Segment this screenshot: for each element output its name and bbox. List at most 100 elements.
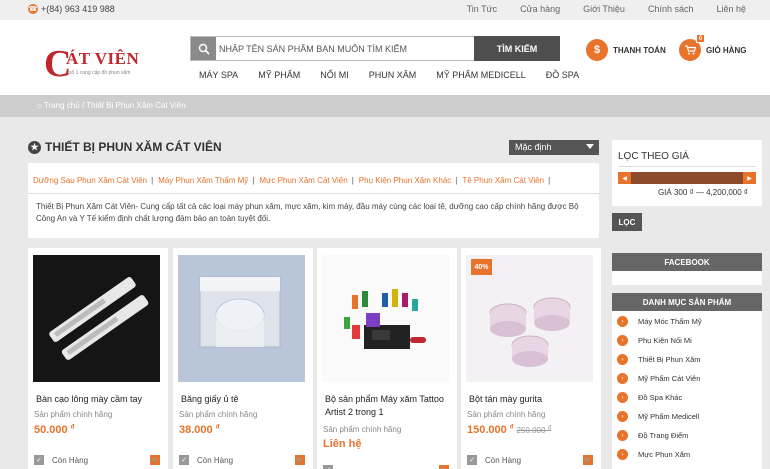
categories-list: › Máy Móc Thẩm Mỹ › Phụ Kiện Nối Mi › Thiết… (612, 311, 762, 469)
price-slider[interactable]: ◀ ▶ (618, 172, 756, 184)
sort-select[interactable]: Mặc định (509, 140, 599, 155)
sidebar-category-item[interactable]: › Phụ Kiện Nối Mi (617, 331, 757, 350)
cart-button[interactable]: 0 GIỎ HÀNG (679, 34, 746, 61)
add-to-cart-button[interactable]: 🛒 (150, 455, 160, 465)
cart-icon: 🛒 (296, 457, 304, 464)
sidebar-category-label: Mỹ Phẩm Medicell (638, 412, 700, 421)
checkout-button[interactable]: $ THANH TOÁN (586, 39, 666, 61)
breadcrumb-separator: / (81, 101, 85, 110)
nav-phun-xam[interactable]: PHUN XĂM (359, 70, 427, 80)
stock-status: ✓ Còn Hàng (467, 455, 521, 465)
main-nav: MÁY SPA MỸ PHẨM NỐI MI PHUN XĂM MỸ PHẨM … (189, 70, 589, 80)
check-icon: ✓ (323, 465, 333, 469)
product-name[interactable]: Băng giấy ủ tê (181, 393, 306, 406)
hotline-number: +(84) 963 419 988 (41, 4, 115, 14)
top-bar: ☎ +(84) 963 419 988 Tin Tức Cửa hàng Giớ… (0, 0, 770, 20)
facebook-widget (612, 271, 762, 285)
top-nav-contact[interactable]: Liên hệ (716, 4, 746, 14)
add-to-cart-button[interactable]: 🛒 (295, 455, 305, 465)
hotline[interactable]: ☎ +(84) 963 419 988 (28, 4, 115, 14)
phone-icon: ☎ (28, 4, 38, 14)
divider (28, 193, 599, 194)
sidebar-category-label: Thiết Bị Phun Xăm (638, 355, 701, 364)
stock-text: Còn Hàng (197, 455, 234, 465)
breadcrumb-home[interactable]: Trang chủ (44, 101, 80, 110)
search-input[interactable] (219, 39, 469, 58)
nav-noi-mi[interactable]: NỐI MI (310, 70, 359, 80)
product-card[interactable]: Băng giấy ủ tê Sản phẩm chính hãng 38.00… (173, 248, 313, 469)
currency-symbol: đ (215, 424, 220, 431)
home-icon: ⌂ (37, 101, 42, 110)
sidebar-category-item[interactable]: › Mực Phun Xăm (617, 445, 757, 464)
sidebar-category-label: Đồ Spa Khác (638, 393, 683, 402)
site-logo[interactable]: C ÁT VIÊN số 1 cung cấp đồ phun xăm (44, 45, 154, 95)
sidebar-category-label: Đồ Trang Điểm (638, 431, 689, 440)
sidebar-category-item[interactable]: › Máy Móc Thẩm Mỹ (617, 312, 757, 331)
nav-my-pham[interactable]: MỸ PHẨM (248, 70, 310, 80)
product-name[interactable]: Bàn cạo lông mày cầm tay (36, 393, 161, 406)
product-image[interactable]: 40% (466, 255, 593, 382)
sidebar-category-item[interactable]: › Đồ Spa Khác (617, 388, 757, 407)
breadcrumb-current: Thiết Bị Phun Xăm Cát Viên (86, 101, 186, 110)
price-value: 150.000 (467, 424, 507, 436)
product-price: 150.000 đ 250.000 đ (467, 424, 551, 436)
product-card[interactable]: Bộ sản phẩm Máy xăm Tattoo Artist 2 tron… (317, 248, 457, 469)
sidebar-category-item[interactable]: › Mỹ Phẩm Medicell (617, 407, 757, 426)
product-image[interactable] (178, 255, 305, 382)
cart-icon: 🛒 (584, 457, 592, 464)
product-tagline: Sản phẩm chính hãng (323, 425, 402, 434)
site-header: C ÁT VIÊN số 1 cung cấp đồ phun xăm TÌM … (0, 20, 770, 95)
slider-min-handle[interactable]: ◀ (618, 172, 631, 184)
sale-badge: 40% (471, 259, 492, 275)
breadcrumb: ⌂ Trang chủ / Thiết Bị Phun Xăm Cát Viên (0, 95, 770, 117)
nav-do-spa[interactable]: ĐỒ SPA (536, 70, 589, 80)
dollar-icon: $ (586, 39, 608, 61)
slider-max-handle[interactable]: ▶ (743, 172, 756, 184)
chevron-right-icon: › (617, 392, 628, 403)
nav-my-pham-medicell[interactable]: MỸ PHẨM MEDICELL (426, 70, 536, 80)
divider: | (455, 176, 458, 185)
stock-text: Còn Hàng (485, 455, 522, 465)
top-nav-policy[interactable]: Chính sách (648, 4, 694, 14)
add-to-cart-button[interactable]: 🛒 (439, 465, 449, 469)
nav-may-spa[interactable]: MÁY SPA (189, 70, 248, 80)
top-nav-about[interactable]: Giới Thiệu (583, 4, 625, 14)
product-tagline: Sản phẩm chính hãng (34, 410, 113, 419)
checkout-label: THANH TOÁN (613, 45, 666, 55)
sidebar-category-label: Mỹ Phẩm Cát Viên (638, 374, 701, 383)
chevron-right-icon: › (617, 430, 628, 441)
category-link[interactable]: Phụ Kiện Phun Xăm Khác (359, 176, 452, 185)
sidebar-category-item[interactable]: › Thiết Bị Phun Xăm (617, 350, 757, 369)
top-nav-news[interactable]: Tin Tức (467, 4, 498, 14)
logo-name: ÁT VIÊN (66, 49, 140, 68)
cart-count-badge: 0 (696, 34, 705, 43)
search-button[interactable]: TÌM KIẾM (474, 36, 560, 61)
filter-button[interactable]: LỌC (612, 213, 642, 231)
divider (618, 166, 756, 167)
product-card[interactable]: 40% Bột tán mày gurita Sản phẩm chính hã… (461, 248, 601, 469)
check-icon: ✓ (467, 455, 477, 465)
category-link[interactable]: Mực Phun Xăm Cát Viên (259, 176, 347, 185)
chevron-right-icon: › (617, 316, 628, 327)
category-link[interactable]: Dưỡng Sau Phun Xăm Cát Viên (33, 176, 147, 185)
product-card[interactable]: Bàn cạo lông mày cầm tay Sản phẩm chính … (28, 248, 168, 469)
price-range-text: GIÁ 300 ₫ — 4,200,000 ₫ (657, 188, 748, 197)
chevron-right-icon: › (617, 354, 628, 365)
cart-icon: 🛒 (151, 457, 159, 464)
price-value: 38.000 (179, 424, 213, 436)
breadcrumb-trail: ⌂ Trang chủ / Thiết Bị Phun Xăm Cát Viên (37, 101, 186, 110)
sidebar-category-item[interactable]: › Mỹ Phẩm Cát Viên (617, 369, 757, 388)
category-link[interactable]: Máy Phun Xăm Thẩm Mỹ (158, 176, 248, 185)
page-title-text: THIẾT BỊ PHUN XĂM CÁT VIÊN (45, 140, 222, 154)
product-image[interactable] (33, 255, 160, 382)
check-icon: ✓ (34, 455, 44, 465)
product-name[interactable]: Bộ sản phẩm Máy xăm Tattoo Artist 2 tron… (325, 393, 450, 419)
product-name[interactable]: Bột tán mày gurita (469, 393, 594, 406)
add-to-cart-button[interactable]: 🛒 (583, 455, 593, 465)
top-nav-store[interactable]: Cửa hàng (520, 4, 560, 14)
search-icon (191, 37, 216, 60)
category-links: Dưỡng Sau Phun Xăm Cát Viên | Máy Phun Xă… (33, 176, 555, 185)
product-image[interactable] (322, 255, 449, 382)
category-link[interactable]: Tê Phun Xăm Cát Viên (462, 176, 544, 185)
sidebar-category-item[interactable]: › Đồ Trang Điểm (617, 426, 757, 445)
